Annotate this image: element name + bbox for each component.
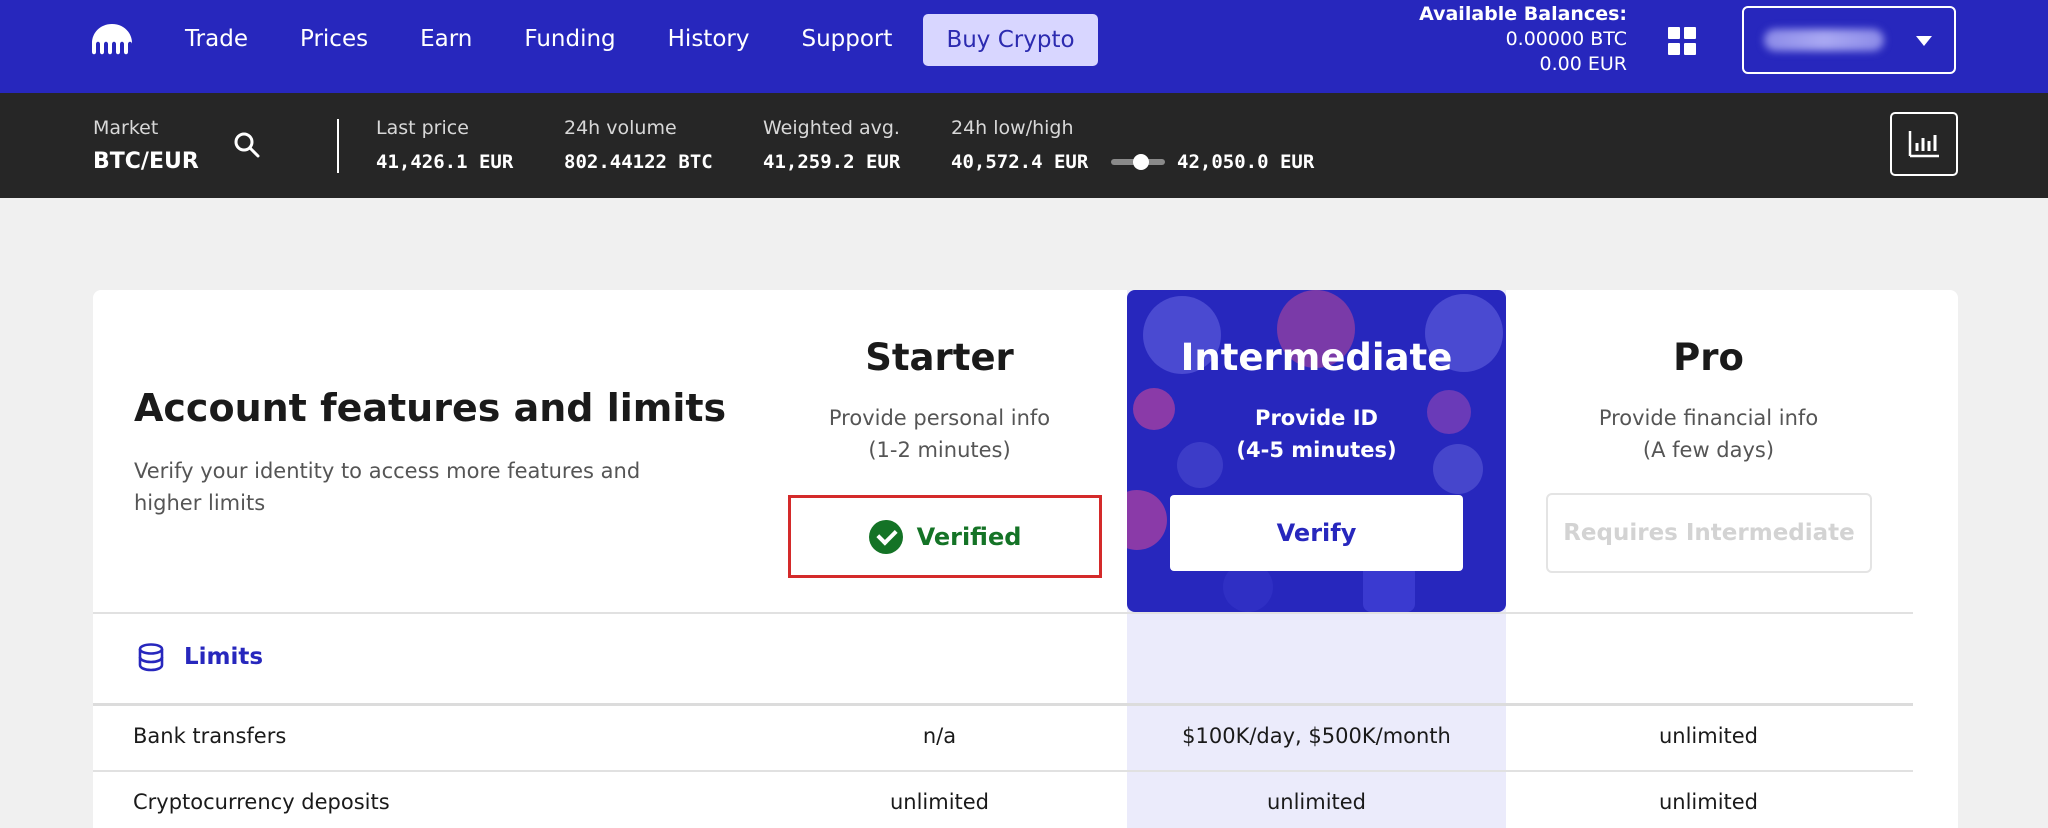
low-high-range-indicator — [1111, 154, 1165, 170]
low-high-label: 24h low/high — [951, 117, 1074, 139]
top-navigation: Trade Prices Earn Funding History Suppor… — [0, 0, 2048, 93]
section-divider — [93, 612, 1913, 614]
account-username-blurred — [1764, 29, 1884, 51]
row-bank-transfers-label: Bank transfers — [133, 724, 287, 748]
balance-btc: 0.00000 BTC — [1505, 28, 1627, 50]
tier-pro-desc2: (A few days) — [1642, 438, 1775, 462]
row-crypto-deposits-intermediate: unlimited — [1266, 790, 1367, 814]
features-subtitle: Verify your identity to access more feat… — [134, 459, 641, 515]
tier-starter-desc1: Provide personal info — [828, 406, 1051, 430]
tier-starter-name: Starter — [865, 336, 1014, 379]
row-divider — [93, 770, 1913, 772]
balance-eur: 0.00 EUR — [1539, 53, 1627, 75]
verify-button[interactable]: Verify — [1170, 495, 1463, 571]
buy-crypto-button[interactable]: Buy Crypto — [923, 14, 1098, 66]
check-circle-icon — [868, 519, 903, 554]
tier-intermediate-name: Intermediate — [1180, 336, 1453, 379]
nav-prices[interactable]: Prices — [300, 26, 368, 52]
tier-pro-name: Pro — [1673, 336, 1744, 379]
verified-label: Verified — [916, 522, 1022, 551]
nav-funding[interactable]: Funding — [524, 26, 615, 52]
nav-history[interactable]: History — [668, 26, 750, 52]
nav-support[interactable]: Support — [801, 26, 892, 52]
requires-intermediate-button: Requires Intermediate — [1546, 493, 1872, 573]
limits-heading: Limits — [136, 642, 263, 672]
app-grid-icon[interactable] — [1668, 27, 1696, 55]
market-label: Market — [93, 117, 159, 139]
row-bank-transfers-intermediate: $100K/day, $500K/month — [1182, 724, 1451, 748]
market-bar: Market BTC/EUR Last price 41,426.1 EUR 2… — [0, 93, 2048, 198]
high-value: 42,050.0 EUR — [1177, 151, 1315, 173]
row-crypto-deposits-pro: unlimited — [1658, 790, 1759, 814]
database-icon — [138, 643, 164, 672]
chart-toggle-button[interactable] — [1890, 112, 1958, 176]
nav-trade[interactable]: Trade — [185, 26, 248, 52]
tier-intermediate-desc1: Provide ID — [1255, 406, 1378, 430]
weighted-avg-label: Weighted avg. — [763, 117, 900, 139]
last-price-label: Last price — [376, 117, 469, 139]
limits-header-divider — [93, 703, 1913, 706]
weighted-avg-value: 41,259.2 EUR — [763, 151, 901, 173]
available-balances: Available Balances: 0.00000 BTC 0.00 EUR — [1419, 2, 1627, 77]
row-crypto-deposits-starter: unlimited — [889, 790, 990, 814]
limits-title: Limits — [184, 644, 264, 670]
market-divider — [337, 119, 339, 173]
nav-links: Trade Prices Earn Funding History Suppor… — [185, 0, 892, 78]
dollar-coin-small-icon — [1127, 490, 1167, 550]
row-crypto-deposits-label: Cryptocurrency deposits — [133, 790, 390, 814]
kraken-logo-icon[interactable] — [90, 22, 134, 58]
row-bank-transfers-pro: unlimited — [1658, 724, 1759, 748]
row-bank-transfers-starter: n/a — [922, 724, 957, 748]
volume-value: 802.44122 BTC — [564, 151, 713, 173]
verified-status-button[interactable]: Verified — [788, 495, 1102, 578]
tier-intermediate-desc2: (4-5 minutes) — [1236, 438, 1397, 462]
tier-starter-desc2: (1-2 minutes) — [868, 438, 1011, 462]
search-icon[interactable] — [233, 131, 261, 159]
features-title: Account features and limits — [134, 386, 727, 430]
low-value: 40,572.4 EUR — [951, 151, 1089, 173]
market-pair[interactable]: BTC/EUR — [93, 149, 199, 174]
tier-pro-desc1: Provide financial info — [1598, 406, 1819, 430]
chevron-down-icon — [1916, 36, 1932, 46]
balances-title: Available Balances: — [1419, 3, 1627, 25]
last-price-value: 41,426.1 EUR — [376, 151, 514, 173]
account-menu-button[interactable] — [1742, 6, 1956, 74]
nav-earn[interactable]: Earn — [420, 26, 472, 52]
bar-chart-icon — [1908, 131, 1939, 158]
volume-label: 24h volume — [564, 117, 677, 139]
